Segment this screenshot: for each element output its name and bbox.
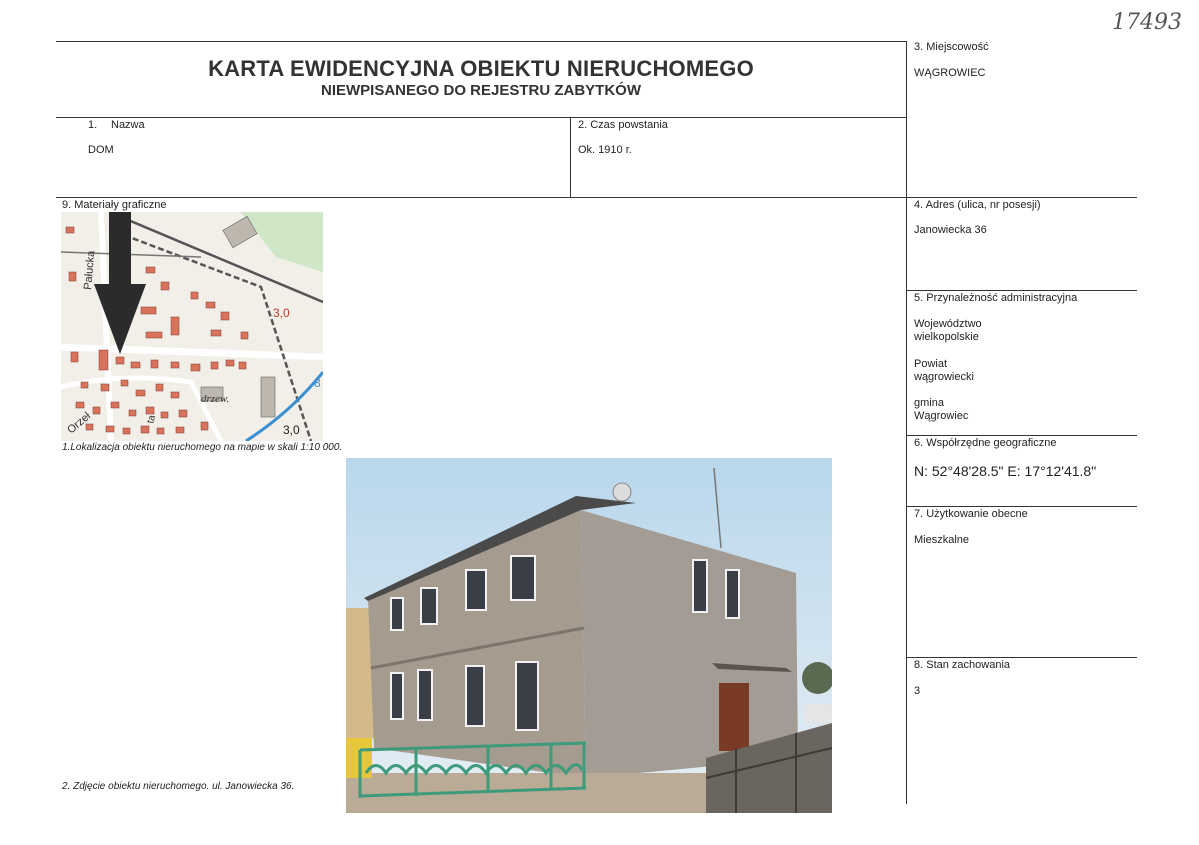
name-value: DOM	[88, 144, 114, 156]
title-bottom-rule	[56, 117, 906, 118]
voivodeship-label: Województwo	[914, 318, 982, 330]
photo-car	[804, 704, 832, 724]
map-elevation-3: 8	[314, 376, 321, 390]
admin-bottom-rule	[906, 435, 1137, 436]
photo-caption: 2. Zdjęcie obiektu nieruchomego. ul. Jan…	[62, 781, 295, 792]
row2-bottom-rule	[56, 197, 1137, 198]
geo-label: 6. Współrzędne geograficzne	[914, 437, 1057, 449]
admin-label: 5. Przynależność administracyjna	[914, 292, 1078, 304]
geo-bottom-rule	[906, 506, 1137, 507]
usage-label: 7. Użytkowanie obecne	[914, 508, 1028, 520]
address-bottom-rule	[906, 290, 1137, 291]
card-title: KARTA EWIDENCYJNA OBIEKTU NIERUCHOMEGO	[208, 56, 754, 81]
handwritten-number: 17493	[1112, 10, 1182, 35]
photo-entrance-door	[719, 683, 749, 751]
commune-label: gmina	[914, 397, 944, 409]
building-photo	[346, 458, 832, 813]
map-elevation-2: 3,0	[283, 423, 300, 437]
county-label: Powiat	[914, 358, 948, 370]
map-elevation-1: 3,0	[273, 306, 290, 320]
photo-satellite-dish	[612, 482, 632, 502]
usage-bottom-rule	[906, 657, 1137, 658]
built-label: 2. Czas powstania	[578, 119, 668, 131]
voivodeship-value: wielkopolskie	[914, 331, 979, 343]
name-built-divider	[570, 117, 571, 197]
right-column-divider	[906, 41, 907, 804]
map-label-drzew: drzew.	[201, 393, 229, 405]
graphics-label: 9. Materiały graficzne	[62, 199, 167, 211]
name-label: Nazwa	[111, 119, 145, 131]
top-rule	[56, 41, 906, 42]
map-caption: 1.Lokalizacja obiektu nieruchomego na ma…	[62, 442, 343, 453]
geo-value: N: 52°48'28.5" E: 17°12'41.8"	[914, 463, 1097, 479]
location-map: Pałucka Orzeł ta drzew. 3,0 3,0 8	[61, 212, 323, 441]
county-value: wągrowiecki	[914, 371, 974, 383]
built-value: Ok. 1910 r.	[578, 144, 632, 156]
commune-value: Wągrowiec	[914, 410, 969, 422]
locality-value: WĄGROWIEC	[914, 67, 986, 79]
usage-value: Mieszkalne	[914, 534, 970, 546]
card-subtitle: NIEWPISANEGO DO REJESTRU ZABYTKÓW	[320, 82, 642, 99]
condition-label: 8. Stan zachowania	[914, 659, 1011, 671]
address-label: 4. Adres (ulica, nr posesji)	[914, 199, 1041, 211]
locality-label: 3. Miejscowość	[914, 41, 989, 53]
address-value: Janowiecka 36	[914, 224, 987, 236]
name-number: 1.	[88, 119, 98, 131]
condition-value: 3	[914, 685, 921, 697]
